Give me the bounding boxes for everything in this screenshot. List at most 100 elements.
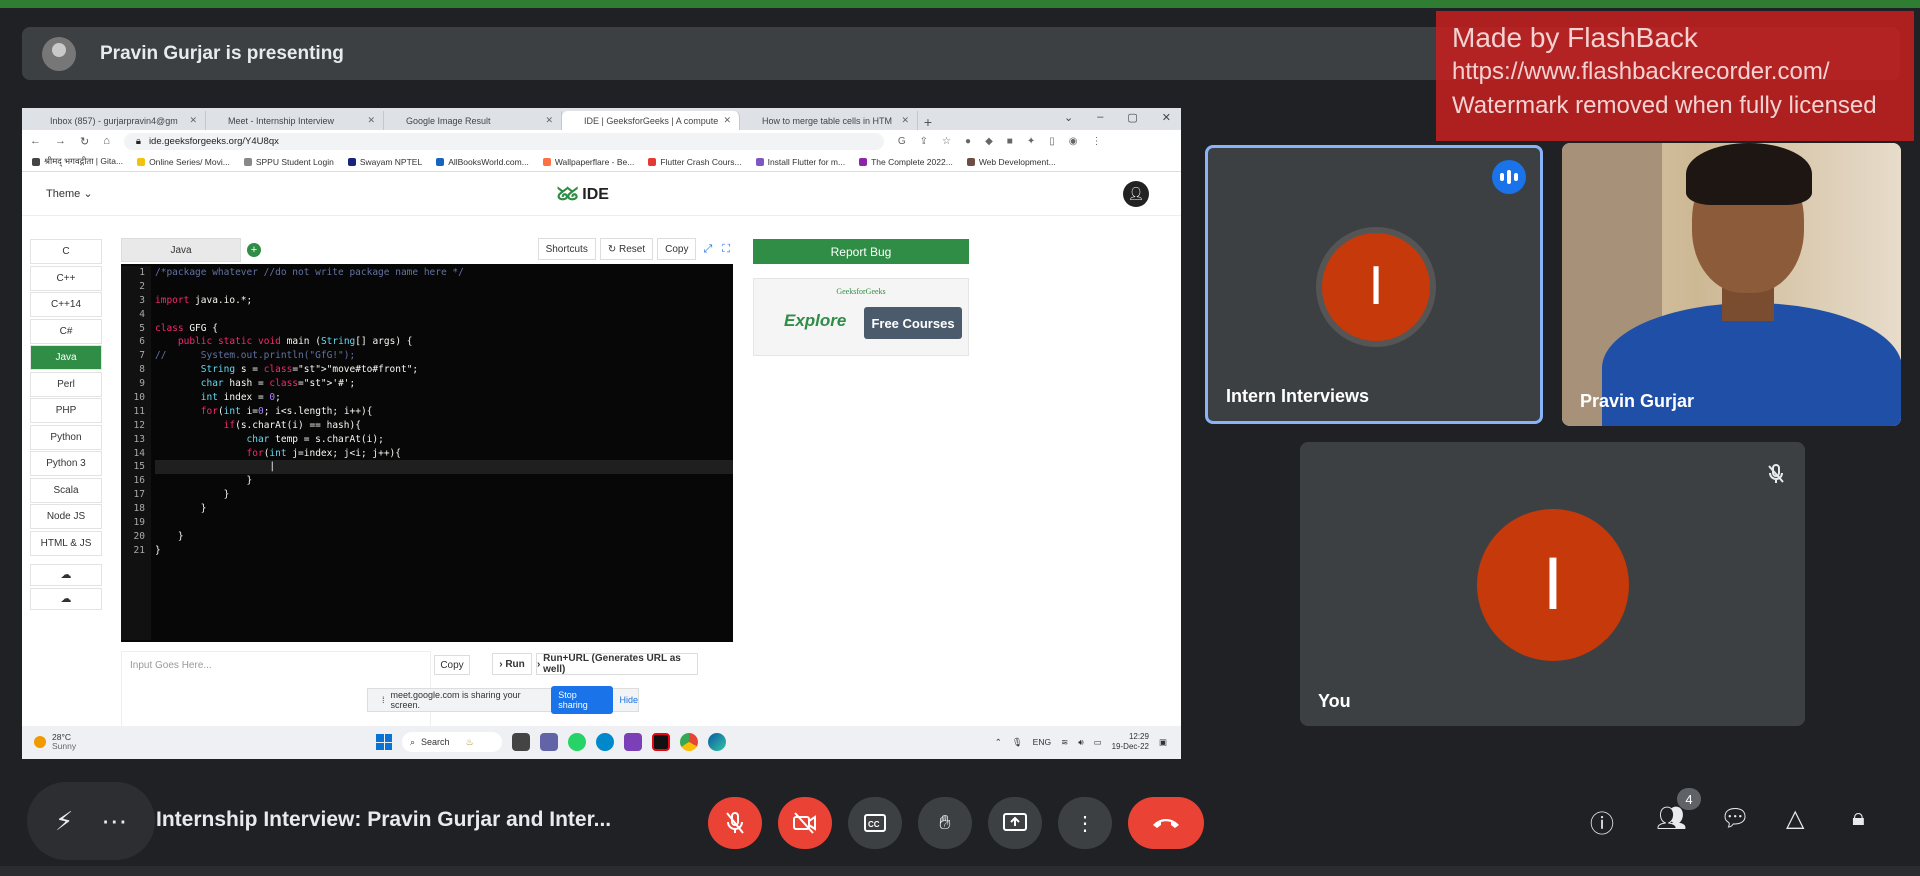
clock[interactable]: 12:29 19-Dec-22 (1112, 732, 1149, 752)
netflix-icon[interactable] (652, 733, 670, 751)
bookmark[interactable]: AllBooksWorld.com... (436, 157, 529, 167)
bookmark[interactable]: The Complete 2022... (859, 157, 953, 167)
stop-sharing-button[interactable]: Stop sharing (551, 686, 614, 714)
reload-icon[interactable]: ↻ (80, 135, 89, 148)
host-controls-icon[interactable]: 🔒︎ (1852, 804, 1865, 832)
language-item[interactable]: Python 3 (30, 451, 102, 476)
bookmark[interactable]: SPPU Student Login (243, 157, 334, 167)
teams-icon[interactable] (540, 733, 558, 751)
language-indicator[interactable]: ENG (1033, 737, 1051, 747)
meeting-details-icon[interactable]: ⓘ (1590, 804, 1614, 839)
language-item[interactable]: Scala (30, 477, 102, 503)
code-line[interactable]: int index = 0; (155, 391, 733, 405)
star-icon[interactable]: ☆ (942, 136, 951, 147)
more-options-button[interactable]: ⋮ (1058, 797, 1112, 849)
language-item[interactable]: C++14 (30, 292, 102, 317)
browser-tab[interactable]: Google Image Result ✕ (384, 111, 562, 130)
bookmark[interactable]: Install Flutter for m... (755, 157, 845, 167)
run-url-button[interactable]: › Run+URL (Generates URL as well) (536, 653, 698, 675)
bookmark[interactable]: Web Development... (966, 157, 1056, 167)
participant-tile-pravin[interactable]: Pravin Gurjar (1562, 143, 1901, 426)
bookmark[interactable]: Flutter Crash Cours... (648, 157, 742, 167)
more-horizontal-icon[interactable]: ⋯ (101, 806, 127, 837)
extension-icon[interactable]: ■ (1007, 136, 1013, 147)
add-tab-icon[interactable]: + (247, 243, 261, 257)
code-line[interactable]: for(int j=index; j<i; j++){ (155, 447, 733, 461)
code-line[interactable] (155, 516, 733, 530)
battery-icon[interactable]: ▭ (1094, 737, 1102, 748)
code-line[interactable]: } (155, 530, 733, 544)
language-item[interactable]: C# (30, 318, 102, 344)
code-line[interactable]: char temp = s.charAt(i); (155, 433, 733, 447)
extension-icon[interactable]: ● (965, 136, 971, 147)
browser-tab[interactable]: Meet - Internship Interview ✕ (206, 111, 384, 130)
cloud-download-icon[interactable]: ☁ (30, 563, 102, 586)
new-tab-button[interactable]: + (918, 114, 938, 130)
weather-widget[interactable]: 28°C Sunny (34, 733, 76, 751)
free-courses-button[interactable]: Free Courses (864, 307, 962, 339)
code-line[interactable]: String s = class="st">"move#to#front"; (155, 363, 733, 377)
expand-icon[interactable]: ⤢ (700, 243, 715, 256)
language-item[interactable]: C (30, 239, 102, 264)
editor-tab-java[interactable]: Java (121, 238, 241, 262)
code-line[interactable]: public static void main (String[] args) … (155, 335, 733, 349)
profile-icon[interactable]: ◉ (1069, 136, 1078, 147)
volume-icon[interactable]: 🔊︎ (1078, 737, 1083, 748)
user-icon[interactable]: 👤︎ (1123, 181, 1149, 207)
google-lens-icon[interactable]: G (898, 136, 906, 147)
report-bug-button[interactable]: Report Bug (753, 239, 969, 264)
close-icon[interactable]: ✕ (901, 115, 909, 126)
code-line[interactable]: import java.io.*; (155, 294, 733, 308)
app-icon[interactable] (624, 733, 642, 751)
task-view-icon[interactable] (512, 733, 530, 751)
bookmark[interactable]: श्रीमद् भगवद्गीता | Gita... (32, 156, 123, 167)
puzzle-icon[interactable]: ✦ (1027, 136, 1035, 147)
language-item[interactable]: Python (30, 424, 102, 450)
close-icon[interactable]: ✕ (367, 115, 375, 126)
ide-logo[interactable]: ᘜᘜ IDE (557, 184, 609, 205)
bookmark[interactable]: Wallpaperflare - Be... (542, 157, 634, 167)
code-line[interactable]: } (155, 544, 733, 558)
cloud-upload-icon[interactable]: ☁ (30, 587, 102, 610)
language-item-active[interactable]: Java (30, 345, 102, 370)
language-item[interactable]: Perl (30, 371, 102, 397)
fullscreen-icon[interactable]: ⛶ (719, 243, 733, 256)
code-line[interactable]: if(s.charAt(i) == hash){ (155, 419, 733, 433)
telegram-icon[interactable] (596, 733, 614, 751)
end-call-button[interactable] (1128, 797, 1204, 849)
camera-toggle-button[interactable] (778, 797, 832, 849)
captions-button[interactable]: CC (848, 797, 902, 849)
code-line[interactable]: } (155, 488, 733, 502)
code-line[interactable]: } (155, 474, 733, 488)
maximize-icon[interactable]: ▢ (1127, 111, 1137, 124)
code-line[interactable]: class GFG { (155, 322, 733, 336)
code-area[interactable]: /*package whatever //do not write packag… (155, 266, 733, 558)
companion-mode-icon[interactable]: ⚡︎ (55, 806, 73, 837)
close-window-icon[interactable]: ✕ (1162, 111, 1171, 124)
chevron-up-icon[interactable]: ⌃ (995, 737, 1002, 748)
code-line[interactable]: | (155, 460, 733, 475)
close-icon[interactable]: ✕ (545, 115, 553, 126)
drag-handle-icon[interactable]: ⁞ (382, 695, 385, 705)
close-icon[interactable]: ✕ (723, 115, 731, 126)
theme-dropdown[interactable]: Theme ⌄ (46, 187, 93, 200)
minimize-icon[interactable]: – (1097, 111, 1103, 124)
sidebar-icon[interactable]: ▯ (1049, 136, 1055, 147)
microphone-icon[interactable]: 🎙︎ (1012, 737, 1023, 748)
chrome-icon[interactable] (680, 733, 698, 751)
code-line[interactable]: for(int i=0; i<s.length; i++){ (155, 405, 733, 419)
participant-tile-you[interactable]: I You (1300, 442, 1805, 726)
ad-banner[interactable]: GeeksforGeeks Explore Free Courses (753, 278, 969, 356)
language-item[interactable]: PHP (30, 398, 102, 423)
code-editor[interactable]: 1 2 3 4 5 6 7 8 9 10 11 12 13 14 15 16 17 18 19 20 21 /*pack… (121, 264, 733, 642)
code-line[interactable]: // System.out.println("GfG!"); (155, 349, 733, 363)
menu-icon[interactable]: ⋮ (1091, 136, 1101, 147)
home-icon[interactable]: ⌂ (103, 135, 110, 147)
browser-tab[interactable]: Inbox (857) - gurjarpravin4@gm ✕ (28, 111, 206, 130)
language-item[interactable]: Node JS (30, 504, 102, 529)
back-icon[interactable]: ← (30, 135, 41, 147)
code-line[interactable]: } (155, 502, 733, 516)
language-item[interactable]: HTML & JS (30, 530, 102, 556)
raise-hand-button[interactable]: ✋︎ (918, 797, 972, 849)
wifi-icon[interactable]: ≋ (1061, 737, 1068, 748)
